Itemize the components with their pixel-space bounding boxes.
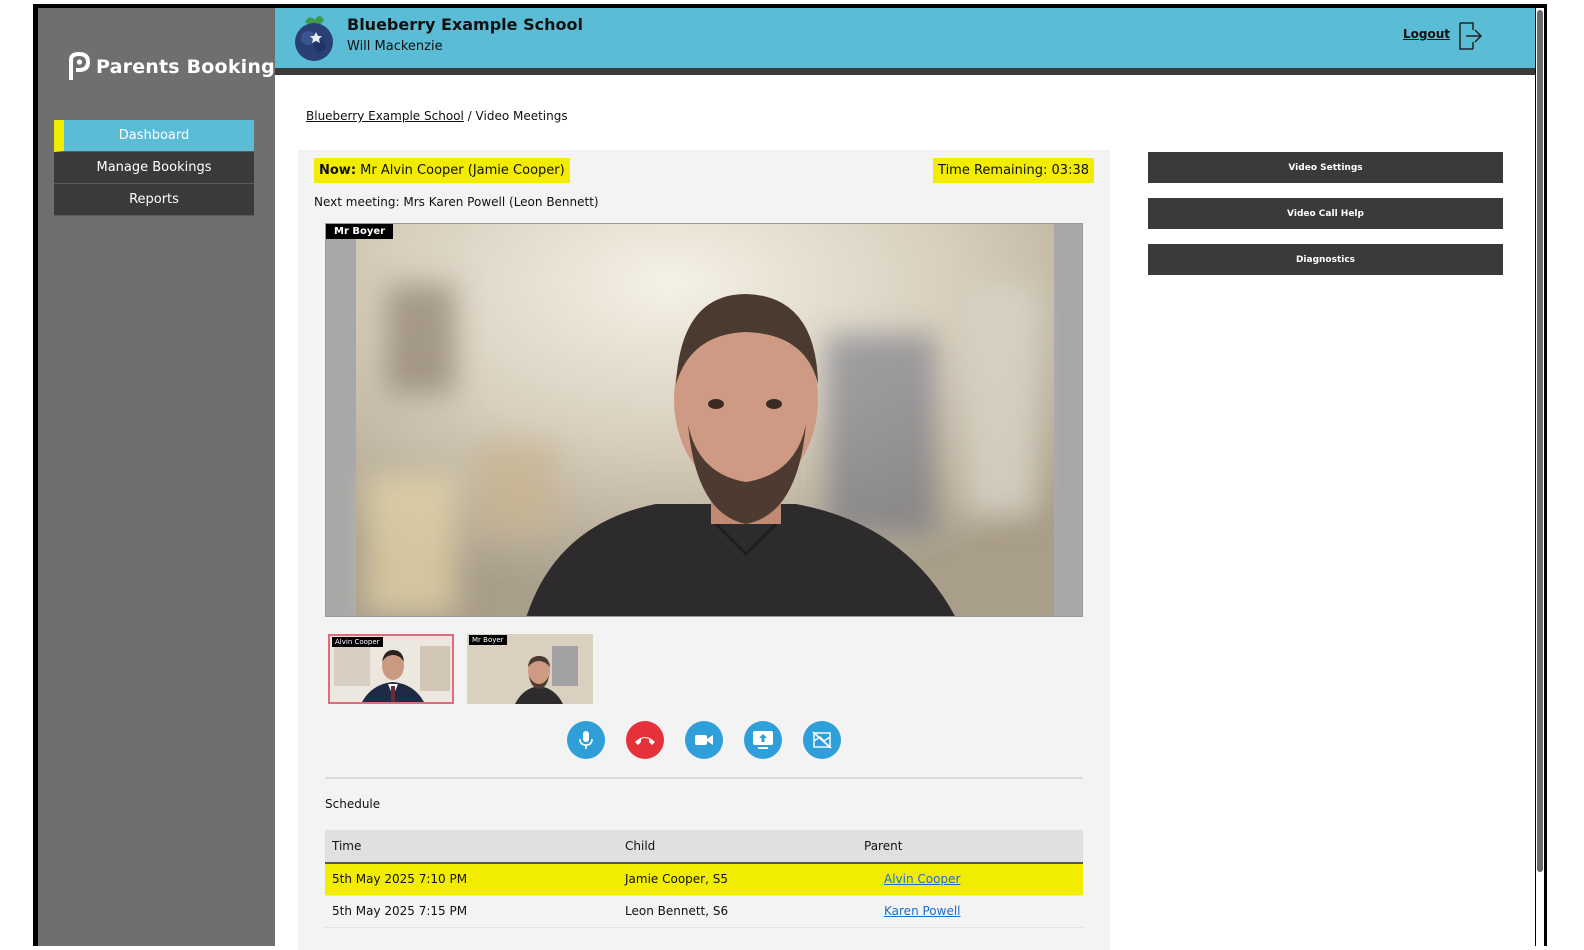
background-blur-button[interactable] [803,721,841,759]
screen-share-button[interactable] [744,721,782,759]
logout-link[interactable]: Logout [1403,27,1450,41]
hang-up-icon [635,737,655,745]
breadcrumb-separator: / [467,109,472,123]
diagnostics-button[interactable]: Diagnostics [1148,244,1503,275]
camera-button[interactable] [685,721,723,759]
hang-up-button[interactable] [626,721,664,759]
scrollbar-thumb[interactable] [1537,10,1543,872]
table-header-row: Time Child Parent [325,830,1083,864]
schedule-title: Schedule [325,797,381,811]
cell-child: Jamie Cooper, S5 [618,863,857,896]
participant-thumb-mr-boyer[interactable]: Mr Boyer [467,634,593,704]
table-row: 5th May 2025 7:10 PM Jamie Cooper, S5 Al… [325,863,1083,896]
breadcrumb: Blueberry Example School / Video Meeting… [306,109,568,123]
now-badge: Now: Mr Alvin Cooper (Jamie Cooper) [314,158,570,183]
video-settings-button[interactable]: Video Settings [1148,152,1503,183]
cell-child: Leon Bennett, S6 [618,895,857,928]
brand-name: Parents Booking [96,56,275,78]
next-meeting-text: Next meeting: Mrs Karen Powell (Leon Ben… [314,195,599,209]
divider [325,777,1083,779]
school-name: Blueberry Example School [347,15,583,34]
header: Blueberry Example School Will Mackenzie … [275,8,1535,68]
thumb-tag: Alvin Cooper [332,637,383,647]
now-value: Mr Alvin Cooper (Jamie Cooper) [360,163,565,178]
participant-thumb-alvin-cooper[interactable]: Alvin Cooper [328,634,454,704]
breadcrumb-school-link[interactable]: Blueberry Example School [306,109,464,123]
background-blur-off-icon [812,731,832,749]
cell-parent: Alvin Cooper [857,863,1083,896]
cell-time: 5th May 2025 7:10 PM [325,863,618,896]
header-divider [275,68,1535,75]
sidebar: Parents Booking Dashboard Manage Booking… [38,8,275,946]
thumb-tag: Mr Boyer [469,635,507,645]
sidebar-item-manage-bookings[interactable]: Manage Bookings [54,152,254,184]
sidebar-item-dashboard[interactable]: Dashboard [54,120,254,152]
camera-icon [695,735,713,745]
parent-link[interactable]: Karen Powell [884,904,961,918]
microphone-icon [579,731,593,749]
cell-time: 5th May 2025 7:15 PM [325,895,618,928]
logout-icon[interactable] [1457,21,1483,51]
column-header-child: Child [618,830,857,864]
table-row: 5th May 2025 7:15 PM Leon Bennett, S6 Ka… [325,895,1083,928]
column-header-parent: Parent [857,830,1083,864]
user-name: Will Mackenzie [347,39,443,54]
parent-link[interactable]: Alvin Cooper [884,872,960,886]
breadcrumb-current: Video Meetings [475,109,568,123]
main-video[interactable]: Mr Boyer [325,223,1083,617]
schedule-table: Time Child Parent 5th May 2025 7:10 PM J… [325,830,1083,928]
now-prefix: Now: [319,163,357,178]
sidebar-item-reports[interactable]: Reports [54,184,254,216]
parents-booking-logo-icon [69,52,91,80]
main-video-image [326,224,1082,616]
microphone-button[interactable] [567,721,605,759]
cell-parent: Karen Powell [857,895,1083,928]
side-buttons: Video Settings Video Call Help Diagnosti… [1148,152,1503,290]
time-remaining-badge: Time Remaining: 03:38 [933,158,1094,183]
main-content: Blueberry Example School / Video Meeting… [275,75,1535,950]
main-video-tag: Mr Boyer [326,224,394,239]
blueberry-logo-icon [295,16,333,61]
sidebar-nav: Dashboard Manage Bookings Reports [54,120,254,216]
brand[interactable]: Parents Booking [66,52,275,82]
video-meeting-panel: Now: Mr Alvin Cooper (Jamie Cooper) Time… [298,150,1110,950]
screen-share-icon [753,731,773,749]
video-call-help-button[interactable]: Video Call Help [1148,198,1503,229]
column-header-time: Time [325,830,618,864]
call-controls [567,721,862,759]
